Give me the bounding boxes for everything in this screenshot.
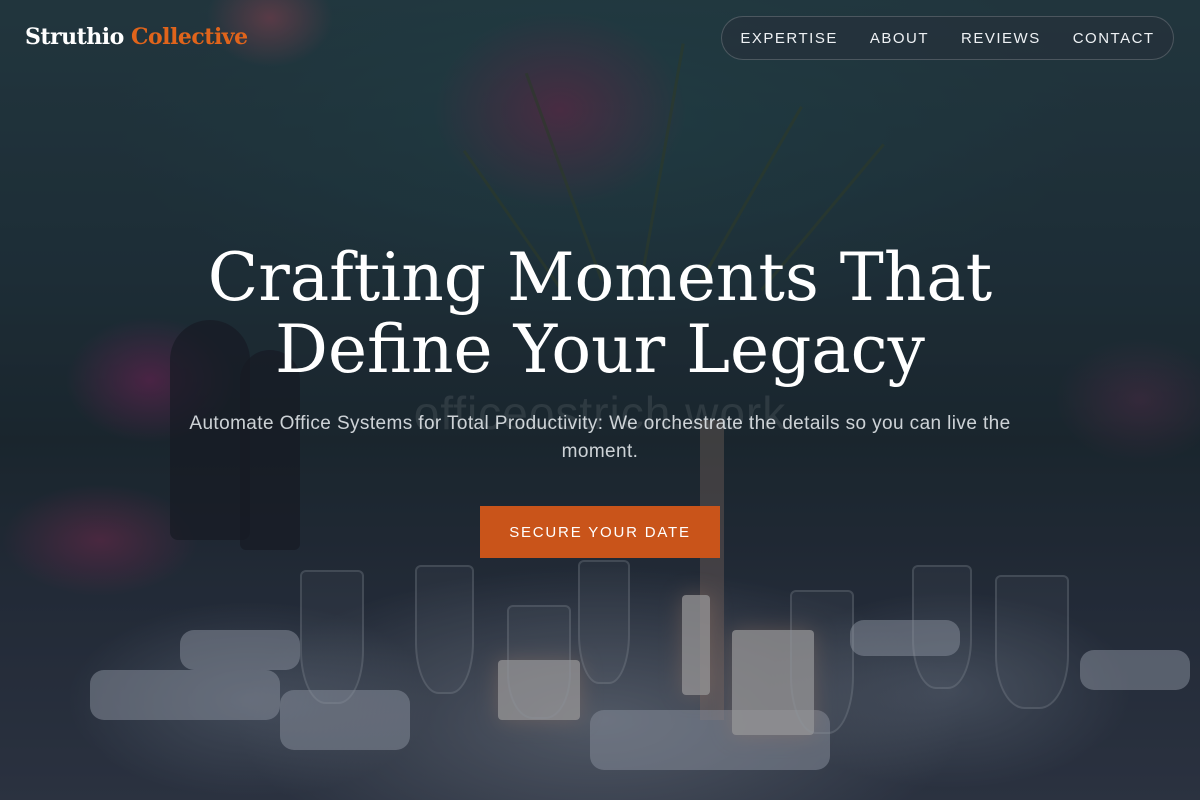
nav-link-contact[interactable]: CONTACT [1073, 30, 1155, 47]
nav-link-about[interactable]: ABOUT [870, 30, 929, 47]
brand-name-primary: Struthio [25, 24, 124, 50]
secure-your-date-button[interactable]: SECURE YOUR DATE [480, 506, 720, 558]
hero-headline-line1: Crafting Moments That [207, 239, 993, 316]
hero-subtitle: Automate Office Systems for Total Produc… [189, 413, 1011, 462]
nav-link-expertise[interactable]: EXPERTISE [740, 30, 837, 47]
brand-logo[interactable]: Struthio Collective [25, 24, 248, 50]
hero-section: Struthio Collective EXPERTISE ABOUT REVI… [0, 0, 1200, 800]
hero-headline-line2: Define Your Legacy [275, 311, 925, 388]
hero-headline: Crafting Moments That Define Your Legacy [0, 242, 1200, 386]
brand-name-accent: Collective [131, 24, 248, 50]
nav-link-reviews[interactable]: REVIEWS [961, 30, 1041, 47]
main-navigation: EXPERTISE ABOUT REVIEWS CONTACT [721, 16, 1174, 60]
